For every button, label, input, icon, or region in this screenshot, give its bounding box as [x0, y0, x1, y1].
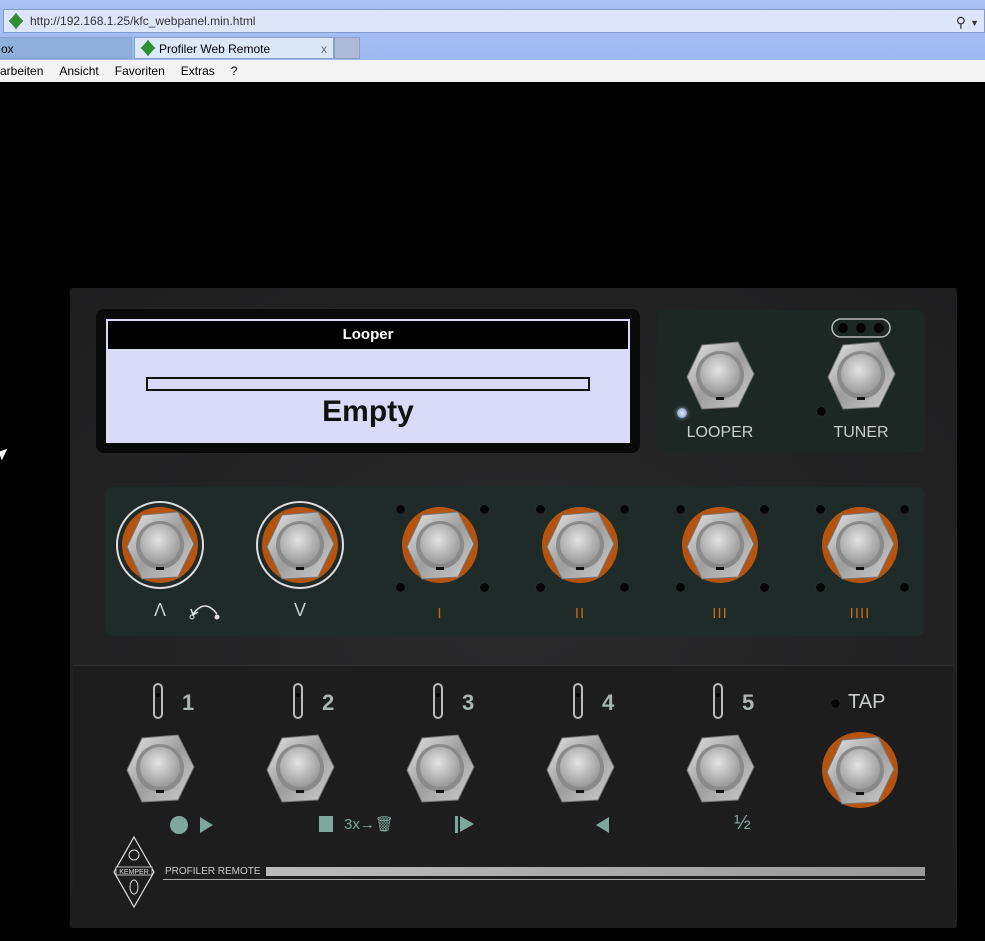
retrigger-icon — [460, 816, 474, 832]
toggle-led-icon — [713, 683, 723, 719]
rig-bank-panel — [105, 487, 925, 636]
led-icon — [676, 505, 685, 514]
search-icon[interactable]: ⚲ — [956, 11, 966, 33]
half-speed-label: ½ — [734, 812, 751, 834]
tap-label: TAP — [848, 691, 886, 713]
toggle-led-icon — [433, 683, 443, 719]
rig-up-label: Λ — [153, 600, 167, 620]
brand-bar — [266, 867, 925, 876]
slot-2-label: II — [574, 605, 586, 622]
address-bar[interactable]: http://192.168.1.25/kfc_webpanel.min.htm… — [3, 9, 985, 33]
menu-help[interactable]: ? — [231, 60, 238, 82]
tab-label: Profiler Web Remote — [159, 42, 271, 56]
led-icon — [536, 505, 545, 514]
looper-switch-1[interactable] — [112, 722, 208, 818]
brand-divider — [163, 879, 925, 880]
stop-icon — [319, 816, 333, 832]
looper-switch-3-number: 3 — [462, 690, 475, 715]
play-icon — [200, 817, 213, 833]
looper-switch-4-number: 4 — [602, 690, 615, 715]
slot-4-label: IIII — [849, 605, 871, 622]
display-title: Looper — [106, 319, 630, 351]
record-icon — [170, 816, 188, 834]
led-icon — [760, 505, 769, 514]
dropdown-arrow-icon[interactable]: ▼ — [970, 12, 979, 34]
product-name: PROFILER REMOTE — [165, 866, 261, 877]
menu-bar: arbeiten Ansicht Favoriten Extras ? — [0, 60, 985, 82]
tab-label: ox — [1, 42, 14, 56]
looper-switch-2-number: 2 — [322, 690, 335, 715]
slot-2-footswitch[interactable] — [532, 499, 628, 595]
tab-profiler-web-remote[interactable]: Profiler Web Remote x — [134, 37, 334, 59]
looper-switch-3[interactable] — [392, 722, 488, 818]
led-icon — [620, 505, 629, 514]
led-icon — [536, 583, 545, 592]
led-icon — [816, 505, 825, 514]
tuner-footswitch[interactable] — [813, 329, 909, 425]
rig-up-footswitch[interactable] — [112, 499, 208, 595]
looper-switch-4[interactable] — [532, 722, 628, 818]
close-tab-icon[interactable]: x — [321, 38, 327, 60]
toggle-led-icon — [153, 683, 163, 719]
menu-favoriten[interactable]: Favoriten — [115, 60, 165, 82]
menu-bearbeiten[interactable]: arbeiten — [0, 60, 43, 82]
tap-footswitch[interactable] — [812, 724, 908, 820]
looper-switch-5-number: 5 — [742, 690, 755, 715]
looper-status: Empty — [322, 395, 414, 428]
slot-3-footswitch[interactable] — [672, 499, 768, 595]
slot-4-footswitch[interactable] — [812, 499, 908, 595]
slot-3-label: III — [712, 605, 728, 622]
menu-extras[interactable]: Extras — [181, 60, 215, 82]
kemper-logo: KEMPER — [112, 835, 156, 914]
led-icon — [620, 583, 629, 592]
looper-switch-5[interactable] — [672, 722, 768, 818]
led-icon — [480, 505, 489, 514]
slot-1-label: I — [437, 605, 443, 622]
tap-led-icon — [831, 699, 840, 708]
tab-previous[interactable]: ox — [0, 37, 132, 59]
led-icon — [816, 583, 825, 592]
looper-switch-2[interactable] — [252, 722, 348, 818]
looper-label: LOOPER — [686, 424, 754, 441]
led-icon — [396, 583, 405, 592]
led-icon — [900, 583, 909, 592]
undo-arrow-icon — [189, 605, 220, 620]
menu-ansicht[interactable]: Ansicht — [59, 60, 98, 82]
tuner-label: TUNER — [833, 424, 889, 441]
reverse-icon — [596, 817, 609, 833]
new-tab-button[interactable] — [334, 37, 360, 59]
retrigger-bar-icon — [455, 816, 458, 833]
led-icon — [760, 583, 769, 592]
led-icon — [676, 583, 685, 592]
looper-progress-bar — [146, 377, 590, 391]
toggle-led-icon — [293, 683, 303, 719]
led-icon — [396, 505, 405, 514]
site-favicon-icon — [141, 40, 155, 56]
svg-text:KEMPER: KEMPER — [119, 869, 149, 876]
erase-hint: 3x→🗑 — [344, 816, 394, 833]
tuner-led-icon — [817, 407, 826, 416]
site-favicon-icon — [9, 13, 23, 29]
looper-switch-1-number: 1 — [182, 690, 195, 715]
led-icon — [900, 505, 909, 514]
rig-down-label: V — [293, 600, 306, 620]
slot-1-footswitch[interactable] — [392, 499, 488, 595]
rig-down-footswitch[interactable] — [252, 499, 348, 595]
url-text: http://192.168.1.25/kfc_webpanel.min.htm… — [30, 14, 256, 28]
toggle-led-icon — [573, 683, 583, 719]
mouse-cursor-icon — [0, 448, 11, 461]
looper-led-icon — [677, 408, 687, 418]
led-icon — [480, 583, 489, 592]
